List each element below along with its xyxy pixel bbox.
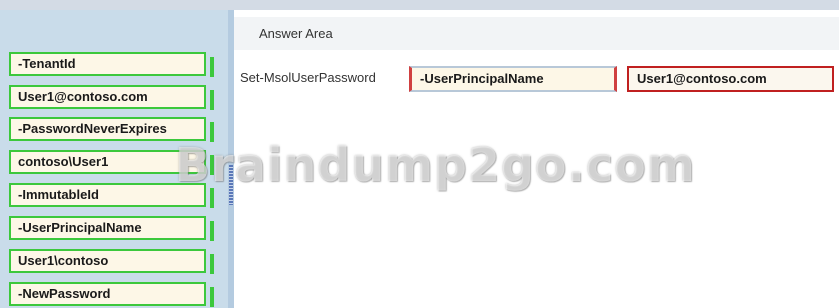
option-label: -UserPrincipalName [18, 220, 142, 235]
option-userprincipalname[interactable]: -UserPrincipalName [9, 216, 214, 241]
option-border-accent [210, 57, 214, 77]
option-user1-contoso[interactable]: User1\contoso [9, 249, 214, 274]
answer-area-title: Answer Area [259, 26, 333, 41]
option-label: -NewPassword [18, 286, 111, 301]
option-border-accent [210, 254, 214, 274]
answer-slot-value[interactable]: User1@contoso.com [627, 66, 834, 92]
answer-slot-parameter[interactable]: -UserPrincipalName [409, 66, 617, 92]
option-label: contoso\User1 [18, 154, 109, 169]
option-label: User1@contoso.com [18, 89, 148, 104]
option-label: -ImmutableId [18, 187, 99, 202]
top-bar [0, 0, 839, 10]
option-label: User1\contoso [18, 253, 109, 268]
option-border-accent [210, 221, 214, 241]
option-border-accent [210, 90, 214, 110]
option-label: -PasswordNeverExpires [18, 121, 167, 136]
option-label: -TenantId [18, 56, 76, 71]
option-newpassword[interactable]: -NewPassword [9, 282, 214, 307]
option-tenantid[interactable]: -TenantId [9, 52, 214, 77]
option-user1-email[interactable]: User1@contoso.com [9, 85, 214, 110]
option-border-accent [210, 287, 214, 307]
watermark: Braindump2go.com [175, 138, 696, 192]
command-label: Set-MsolUserPassword [240, 70, 376, 85]
